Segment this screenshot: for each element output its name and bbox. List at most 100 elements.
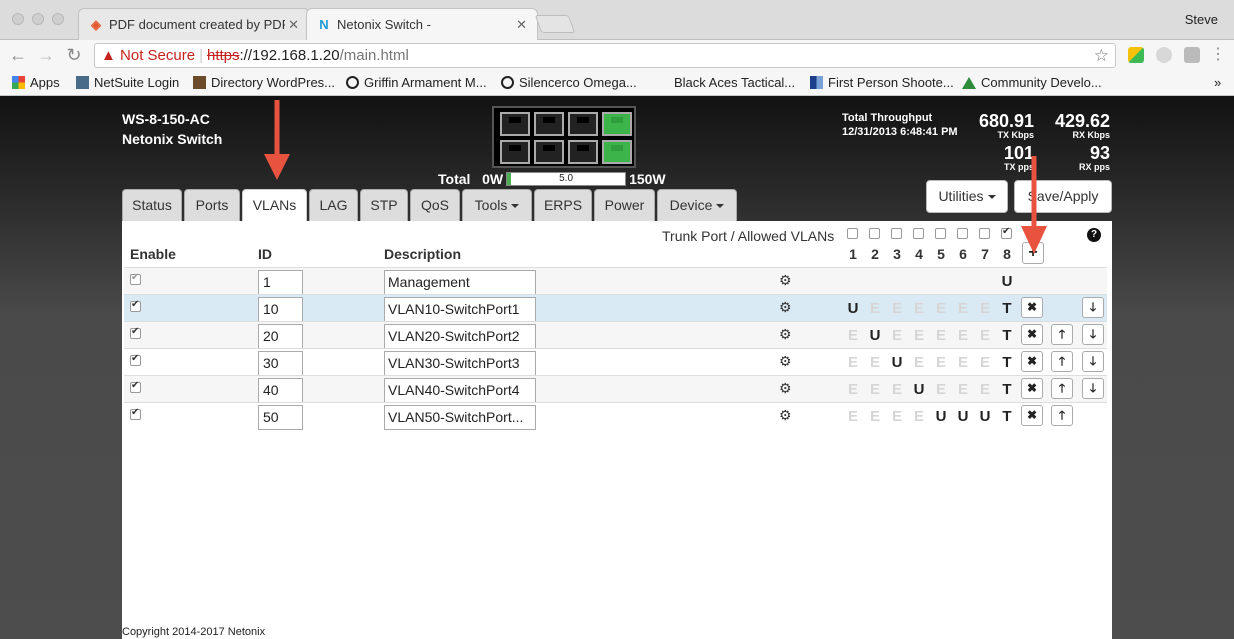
port-membership-3[interactable]: E bbox=[890, 408, 904, 425]
port-membership-7[interactable]: U bbox=[978, 408, 992, 425]
bookmark-wordpress[interactable]: Directory WordPres... bbox=[193, 75, 335, 90]
port-membership-6[interactable]: E bbox=[956, 354, 970, 371]
extension-icon[interactable] bbox=[1184, 47, 1200, 63]
port-membership-1[interactable]: E bbox=[846, 327, 860, 344]
vlan-description-input[interactable]: VLAN10-SwitchPort1 bbox=[384, 297, 536, 322]
port-membership-4[interactable]: E bbox=[912, 300, 926, 317]
vlan-id-input[interactable]: 20 bbox=[258, 324, 303, 349]
trunk-checkbox-port-5[interactable] bbox=[935, 228, 946, 239]
port-membership-1[interactable]: E bbox=[846, 381, 860, 398]
port-icon[interactable] bbox=[568, 112, 598, 136]
port-membership-6[interactable]: U bbox=[956, 408, 970, 425]
enable-checkbox[interactable] bbox=[130, 326, 141, 339]
tab-ports[interactable]: Ports bbox=[184, 189, 240, 221]
profile-name[interactable]: Steve bbox=[1185, 12, 1218, 27]
trunk-checkbox-port-2[interactable] bbox=[869, 228, 880, 239]
reload-icon[interactable]: ↻ bbox=[64, 45, 84, 65]
port-membership-3[interactable]: E bbox=[890, 300, 904, 317]
port-membership-7[interactable]: E bbox=[978, 327, 992, 344]
trunk-checkbox-port-1[interactable] bbox=[847, 228, 858, 239]
vlan-id-input[interactable]: 50 bbox=[258, 405, 303, 430]
close-tab-icon[interactable]: ✕ bbox=[285, 17, 299, 33]
port-membership-8[interactable]: T bbox=[1000, 327, 1014, 344]
enable-checkbox[interactable] bbox=[130, 380, 141, 393]
port-membership-1[interactable]: U bbox=[846, 300, 860, 317]
port-membership-6[interactable]: E bbox=[956, 381, 970, 398]
port-membership-2[interactable]: E bbox=[868, 381, 882, 398]
remove-vlan-button[interactable]: ✖ bbox=[1021, 297, 1043, 318]
port-membership-4[interactable]: E bbox=[912, 408, 926, 425]
tab-tools[interactable]: Tools bbox=[462, 189, 532, 221]
bookmark-blackaces[interactable]: Black Aces Tactical... bbox=[674, 75, 795, 90]
port-membership-8[interactable]: T bbox=[1000, 408, 1014, 425]
bookmark-netsuite[interactable]: NetSuite Login bbox=[76, 75, 179, 90]
not-secure-label[interactable]: Not Secure bbox=[120, 47, 195, 64]
port-membership-7[interactable]: E bbox=[978, 381, 992, 398]
port-membership-4[interactable]: E bbox=[912, 354, 926, 371]
tab-stp[interactable]: STP bbox=[360, 189, 408, 221]
remove-vlan-button[interactable]: ✖ bbox=[1021, 378, 1043, 399]
tab-vlans[interactable]: VLANs bbox=[242, 189, 307, 222]
extension-icon[interactable] bbox=[1128, 47, 1144, 63]
vlan-id-input[interactable]: 1 bbox=[258, 270, 303, 295]
trunk-checkbox-port-6[interactable] bbox=[957, 228, 968, 239]
port-icon[interactable] bbox=[602, 140, 632, 164]
zoom-window-icon[interactable] bbox=[52, 13, 64, 25]
port-membership-6[interactable]: E bbox=[956, 300, 970, 317]
bookmark-community[interactable]: Community Develo... bbox=[962, 75, 1102, 90]
address-bar[interactable]: ▲ Not Secure | https://192.168.1.20/main.h… bbox=[94, 43, 1116, 68]
extension-icon[interactable] bbox=[1156, 47, 1172, 63]
tab-qos[interactable]: QoS bbox=[410, 189, 460, 221]
port-icon[interactable] bbox=[534, 140, 564, 164]
port-membership-1[interactable]: E bbox=[846, 354, 860, 371]
gear-icon[interactable]: ⚙ bbox=[779, 353, 792, 370]
port-icon[interactable] bbox=[602, 112, 632, 136]
port-icon[interactable] bbox=[500, 112, 530, 136]
close-tab-icon[interactable]: ✕ bbox=[516, 17, 527, 33]
vlan-id-input[interactable]: 30 bbox=[258, 351, 303, 376]
gear-icon[interactable]: ⚙ bbox=[779, 326, 792, 343]
tab-lag[interactable]: LAG bbox=[309, 189, 358, 221]
port-icon[interactable] bbox=[568, 140, 598, 164]
move-down-button[interactable]: 🡓 bbox=[1082, 297, 1104, 318]
bookmark-silencerco[interactable]: Silencerco Omega... bbox=[501, 75, 637, 90]
enable-checkbox[interactable] bbox=[130, 299, 141, 312]
remove-vlan-button[interactable]: ✖ bbox=[1021, 324, 1043, 345]
port-membership-2[interactable]: U bbox=[868, 327, 882, 344]
move-up-button[interactable]: 🡑 bbox=[1051, 351, 1073, 372]
trunk-checkbox-port-3[interactable] bbox=[891, 228, 902, 239]
port-membership-5[interactable]: U bbox=[934, 408, 948, 425]
enable-checkbox[interactable] bbox=[130, 407, 141, 420]
move-up-button[interactable]: 🡑 bbox=[1051, 378, 1073, 399]
port-membership-8[interactable]: T bbox=[1000, 354, 1014, 371]
move-down-button[interactable]: 🡓 bbox=[1082, 378, 1104, 399]
vlan-description-input[interactable]: VLAN20-SwitchPort2 bbox=[384, 324, 536, 349]
port-membership-2[interactable]: E bbox=[868, 354, 882, 371]
forward-icon[interactable]: → bbox=[36, 45, 56, 65]
port-membership-4[interactable]: U bbox=[912, 381, 926, 398]
port-membership-2[interactable]: E bbox=[868, 300, 882, 317]
port-membership-7[interactable]: E bbox=[978, 300, 992, 317]
browser-tab-pdf[interactable]: ◈ PDF document created by PDF ✕ bbox=[78, 8, 310, 40]
gear-icon[interactable]: ⚙ bbox=[779, 380, 792, 397]
gear-icon[interactable]: ⚙ bbox=[779, 272, 792, 289]
port-membership-4[interactable]: E bbox=[912, 327, 926, 344]
trunk-checkbox-port-8[interactable] bbox=[1001, 226, 1012, 239]
vlan-description-input[interactable]: VLAN40-SwitchPort4 bbox=[384, 378, 536, 403]
new-tab-button[interactable] bbox=[534, 15, 576, 33]
vlan-description-input[interactable]: Management bbox=[384, 270, 536, 295]
gear-icon[interactable]: ⚙ bbox=[779, 407, 792, 424]
port-membership-8[interactable]: T bbox=[1000, 381, 1014, 398]
close-window-icon[interactable] bbox=[12, 13, 24, 25]
bookmark-apps[interactable]: Apps bbox=[12, 75, 60, 90]
port-icon[interactable] bbox=[534, 112, 564, 136]
move-down-button[interactable]: 🡓 bbox=[1082, 351, 1104, 372]
vlan-description-input[interactable]: VLAN50-SwitchPort... bbox=[384, 405, 536, 430]
port-membership-5[interactable]: E bbox=[934, 354, 948, 371]
port-membership-3[interactable]: E bbox=[890, 381, 904, 398]
port-membership-2[interactable]: E bbox=[868, 408, 882, 425]
port-membership-8[interactable]: T bbox=[1000, 300, 1014, 317]
back-icon[interactable]: ← bbox=[8, 45, 28, 65]
port-membership-1[interactable]: E bbox=[846, 408, 860, 425]
port-membership-5[interactable]: E bbox=[934, 300, 948, 317]
